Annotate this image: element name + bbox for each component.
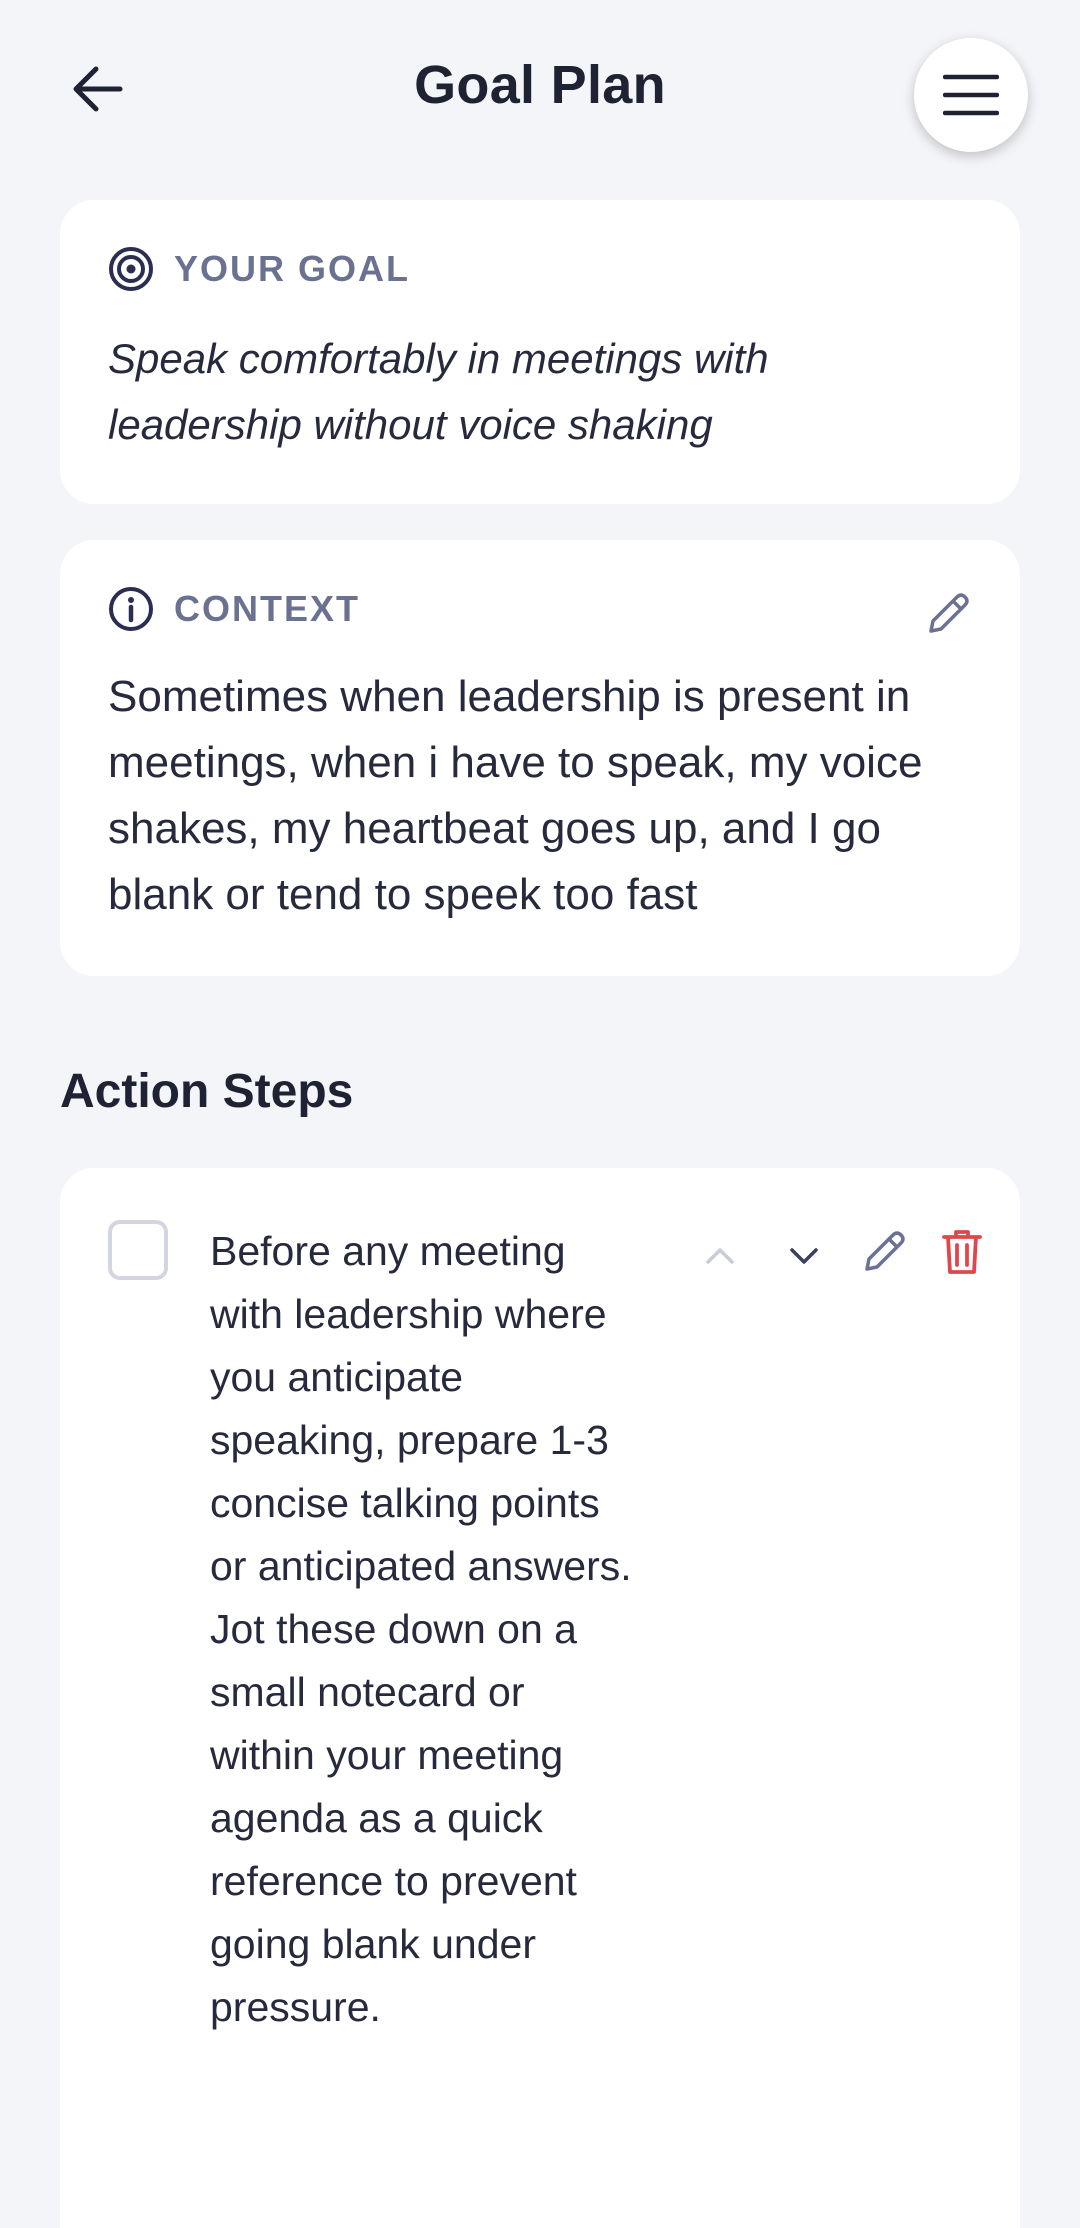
edit-step-button[interactable] (856, 1224, 912, 1280)
step-checkbox[interactable] (108, 1220, 168, 1280)
top-bar: Goal Plan (0, 0, 1080, 190)
delete-step-button[interactable] (934, 1224, 990, 1280)
info-icon (109, 587, 153, 631)
context-text: Sometimes when leadership is present in … (108, 672, 923, 919)
menu-button[interactable] (914, 38, 1028, 152)
goal-card: YOUR GOAL Speak comfortably in meetings … (60, 200, 1020, 504)
target-icon (109, 247, 153, 291)
step-text: Before any meeting with leadership where… (210, 1228, 632, 2030)
goal-label: YOUR GOAL (174, 248, 411, 289)
context-label-row: CONTEXT (108, 586, 360, 632)
hamburger-menu-icon (943, 74, 999, 116)
chevron-up-icon (706, 1248, 734, 1264)
trash-icon (942, 1230, 982, 1274)
pencil-icon (865, 1231, 905, 1271)
action-step-card: Before any meeting with leadership where… (60, 1168, 1020, 2228)
goal-label-row: YOUR GOAL (108, 246, 410, 292)
action-steps-title: Action Steps (60, 1065, 354, 1118)
move-down-button[interactable] (776, 1228, 832, 1284)
context-label: CONTEXT (174, 588, 361, 629)
chevron-down-icon (790, 1248, 818, 1264)
pencil-icon (929, 593, 969, 633)
context-card: CONTEXT Sometimes when leadership is pre… (60, 540, 1020, 976)
edit-context-button[interactable] (920, 586, 976, 642)
goal-text: Speak comfortably in meetings with leade… (108, 335, 769, 448)
move-up-button[interactable] (692, 1228, 748, 1284)
